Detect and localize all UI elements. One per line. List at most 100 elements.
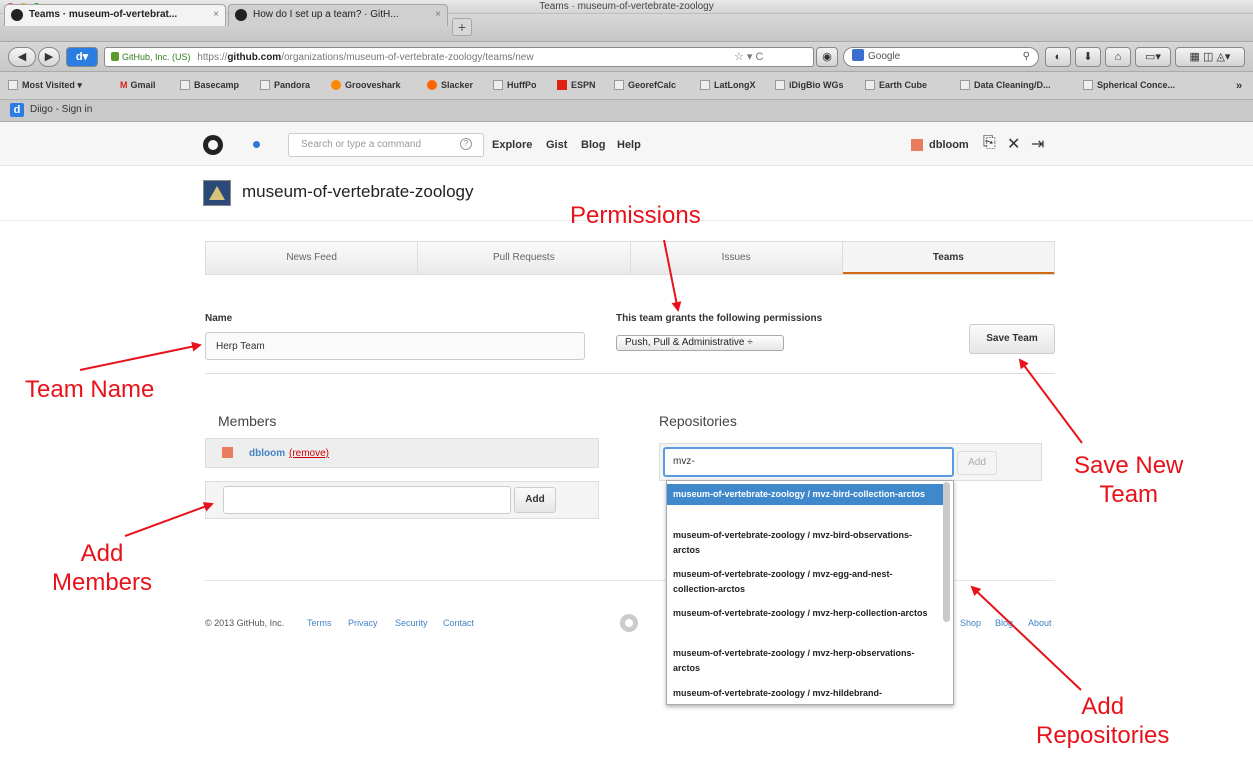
member-name[interactable]: dbloom	[249, 448, 285, 459]
bookmark-basecamp[interactable]: Basecamp	[180, 80, 239, 90]
add-repo-button[interactable]: Add	[957, 451, 997, 475]
home-icon[interactable]: ⌂	[1105, 47, 1131, 67]
url-bar[interactable]: GitHub, Inc. (US) https://github.com/org…	[104, 47, 814, 67]
permissions-select[interactable]: Push, Pull & Administrative ÷	[616, 335, 784, 351]
search-input[interactable]: Search or type a command	[288, 133, 484, 157]
nav-help[interactable]: Help	[617, 139, 641, 151]
avatar[interactable]	[911, 139, 923, 151]
bookmark-gmail[interactable]: M Gmail	[120, 80, 156, 90]
new-tab-button[interactable]: +	[452, 18, 472, 36]
github-logo-icon[interactable]	[203, 135, 223, 155]
menu-icons[interactable]: ▦ ◫ ◬▾	[1175, 47, 1245, 67]
header-username[interactable]: dbloom	[929, 139, 969, 151]
nav-explore[interactable]: Explore	[492, 139, 532, 151]
bookmarks-overflow-icon[interactable]: »	[1236, 80, 1242, 92]
bookmark-grooveshark[interactable]: Grooveshark	[331, 80, 401, 90]
save-team-button[interactable]: Save Team	[969, 324, 1055, 354]
footer-link-security[interactable]: Security	[395, 618, 428, 628]
back-button[interactable]: ◀	[8, 47, 36, 67]
avatar	[222, 447, 233, 458]
bookmark-georefcalc[interactable]: GeorefCalc	[614, 80, 676, 90]
nav-gist[interactable]: Gist	[546, 139, 567, 151]
diigo-sign-in[interactable]: Diigo - Sign in	[30, 104, 92, 115]
github-logo-icon[interactable]	[620, 614, 638, 632]
list-item[interactable]: museum-of-vertebrate-zoology / mvz-hilde…	[667, 683, 943, 704]
list-item[interactable]: museum-of-vertebrate-zoology / mvz-herp-…	[667, 603, 943, 624]
list-item[interactable]: museum-of-vertebrate-zoology / mvz-herp-…	[667, 643, 943, 679]
dropdown-scrollbar[interactable]	[943, 482, 950, 622]
name-label: Name	[205, 313, 233, 324]
annotation-team-name: Team Name	[25, 376, 155, 403]
url-host: github.com	[227, 52, 282, 63]
addon-icon[interactable]: ◐	[1045, 47, 1071, 67]
url-prefix: https://	[197, 52, 228, 63]
lock-icon	[111, 52, 119, 61]
sign-out-icon[interactable]: ⇥	[1031, 134, 1044, 154]
forward-button[interactable]: ▶	[38, 47, 60, 67]
repo-autocomplete-dropdown: museum-of-vertebrate-zoology / mvz-bird-…	[666, 480, 954, 705]
list-item[interactable]: museum-of-vertebrate-zoology / mvz-egg-a…	[667, 564, 943, 600]
remove-member-link[interactable]: (remove)	[289, 448, 329, 459]
footer-link-shop[interactable]: Shop	[960, 618, 981, 628]
bookmark-icon	[614, 80, 624, 90]
github-favicon-icon	[235, 9, 247, 21]
browser-tab-label: Teams · museum-of-vertebrat...	[29, 9, 178, 20]
footer-link-contact[interactable]: Contact	[443, 618, 474, 628]
add-member-input[interactable]	[223, 486, 511, 514]
bookmark-icon	[1083, 80, 1093, 90]
bookmark-icon	[960, 80, 970, 90]
close-tab-icon[interactable]: ×	[213, 5, 219, 25]
browser-tab-help[interactable]: How do I set up a team? · GitH... ×	[228, 4, 448, 26]
repo-search-input[interactable]: mvz-	[663, 447, 954, 477]
close-tab-icon[interactable]: ×	[435, 5, 441, 25]
screen-icon[interactable]: ▭▾	[1135, 47, 1171, 67]
tab-teams[interactable]: Teams	[842, 242, 1054, 274]
bookmark-icon	[180, 80, 190, 90]
new-repo-icon[interactable]: ⎘	[983, 134, 996, 152]
footer-link-terms[interactable]: Terms	[307, 618, 332, 628]
footer-link-blog[interactable]: Blog	[995, 618, 1013, 628]
diigo-icon[interactable]: d	[10, 103, 24, 117]
bookmark-espn[interactable]: ESPN	[557, 80, 596, 90]
folder-icon	[8, 80, 18, 90]
downloads-icon[interactable]: ⬇	[1075, 47, 1101, 67]
site-identity: GitHub, Inc. (US)	[122, 52, 191, 62]
bookmark-huffpo[interactable]: HuffPo	[493, 80, 537, 90]
footer-link-privacy[interactable]: Privacy	[348, 618, 378, 628]
arrow-add-members	[124, 502, 214, 537]
bookmark-earth-cube[interactable]: Earth Cube	[865, 80, 927, 90]
extension-icon[interactable]: ◉	[816, 47, 838, 67]
list-item[interactable]: museum-of-vertebrate-zoology / mvz-bird-…	[667, 484, 943, 505]
settings-tools-icon[interactable]: ✕	[1007, 134, 1020, 154]
annotation-add-members: Add Members	[52, 540, 153, 596]
browser-tab-teams[interactable]: Teams · museum-of-vertebrat... ×	[4, 4, 226, 26]
bookmark-pandora[interactable]: Pandora	[260, 80, 310, 90]
bookmark-spherical[interactable]: Spherical Conce...	[1083, 80, 1175, 90]
bookmark-most-visited[interactable]: Most Visited ▾	[8, 80, 82, 91]
espn-icon	[557, 80, 567, 90]
search-icon[interactable]: ⚲	[1023, 48, 1030, 66]
list-item[interactable]: museum-of-vertebrate-zoology / mvz-bird-…	[667, 525, 943, 561]
tab-pull-requests[interactable]: Pull Requests	[418, 242, 631, 274]
bookmark-star-icon[interactable]: ☆ ▾ C	[734, 50, 763, 63]
nav-blog[interactable]: Blog	[581, 139, 605, 151]
tab-issues[interactable]: Issues	[631, 242, 843, 274]
github-favicon-icon	[11, 9, 23, 21]
divider	[205, 373, 1055, 374]
team-name-input[interactable]	[205, 332, 585, 360]
notification-dot-icon[interactable]	[253, 141, 260, 148]
diigo-toolbar-icon[interactable]: d▾	[66, 47, 98, 67]
bookmark-slacker[interactable]: Slacker	[427, 80, 473, 90]
bookmark-data-cleaning[interactable]: Data Cleaning/D...	[960, 80, 1051, 90]
bookmark-icon	[493, 80, 503, 90]
search-help-icon[interactable]: ?	[460, 138, 472, 150]
bookmark-icon	[700, 80, 710, 90]
bookmark-latlongx[interactable]: LatLongX	[700, 80, 756, 90]
search-engine-box[interactable]: Google ⚲	[843, 47, 1039, 67]
footer-link-about[interactable]: About	[1028, 618, 1052, 628]
add-member-button[interactable]: Add	[514, 487, 556, 513]
bookmark-idigbio[interactable]: iDigBio WGs	[775, 80, 844, 90]
tab-news-feed[interactable]: News Feed	[206, 242, 419, 274]
arrow-add-repositories	[970, 585, 1082, 691]
org-name[interactable]: museum-of-vertebrate-zoology	[242, 182, 473, 202]
